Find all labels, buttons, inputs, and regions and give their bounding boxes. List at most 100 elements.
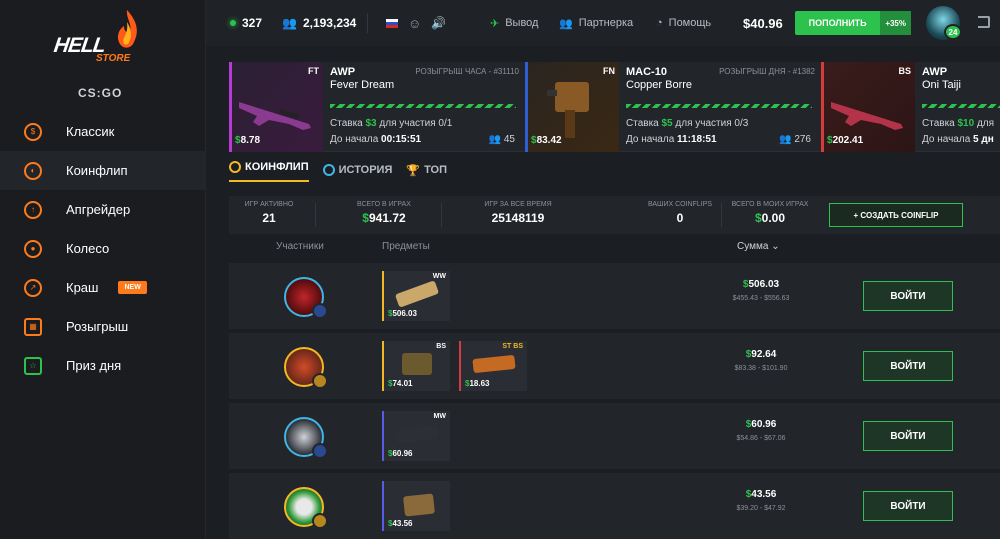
russian-flag-icon[interactable] (386, 18, 398, 28)
amount-range: $83.38 - $101.90 (734, 365, 788, 372)
skin-item[interactable]: ST BS $18.63 (459, 341, 527, 391)
users-count: 👥 2,193,234 (282, 16, 356, 30)
game-tabs: КОИНФЛИП ИСТОРИЯ 🏆 ТОП (229, 158, 447, 182)
wear-label: ST BS (502, 343, 523, 350)
bet-suffix: для (974, 118, 995, 129)
smiley-icon[interactable]: ☺ (408, 16, 421, 31)
column-sum[interactable]: Сумма ⌄ (737, 241, 780, 252)
knife-icon (394, 280, 440, 308)
join-button[interactable]: ВОЙТИ (863, 421, 953, 451)
stat-mine-value: 0.00 (761, 211, 786, 225)
withdraw-icon: ✈ (490, 17, 500, 30)
sidebar-item-coinflip[interactable]: ◐ Коинфлип (0, 151, 205, 190)
timer-prefix: До начала (330, 134, 382, 145)
create-coinflip-button[interactable]: + СОЗДАТЬ COINFLIP (829, 203, 963, 227)
ct-side-icon (312, 443, 328, 459)
online-value: 327 (242, 16, 263, 30)
ak47-icon (472, 354, 516, 374)
bet-amount: $3 (365, 118, 377, 129)
tab-top[interactable]: 🏆 ТОП (406, 158, 447, 182)
player-avatar[interactable] (284, 417, 328, 459)
partner-link[interactable]: 👥 Партнерка (559, 17, 633, 30)
stat-value: $0.00 (754, 211, 786, 225)
stat-label: ИГР АКТИВНО (244, 201, 294, 208)
item-price: $8.78 (235, 135, 261, 146)
coin-icon (229, 161, 241, 173)
wear-label: BS (436, 343, 446, 350)
skin-item[interactable]: MW $60.96 (382, 411, 450, 461)
upgrade-icon: ↑ (24, 200, 42, 219)
skin-item[interactable]: BS $74.01 (382, 341, 450, 391)
topbar: 327 👥 2,193,234 ☺ 🔊 ✈ Вывод 👥 Партнерка ◔ По… (206, 0, 1000, 46)
game-amount: $92.64 $83.38 - $101.90 (701, 349, 821, 372)
bet-suffix: для участия 0/1 (376, 118, 453, 129)
star-icon: ☆ (24, 356, 42, 375)
users-icon: 👥 (282, 16, 297, 30)
stat-yours: ВАШИХ COINFLIPS 0 (644, 201, 716, 225)
partner-icon: 👥 (559, 17, 573, 30)
sidebar-item-upgrader[interactable]: ↑ Апгрейдер (0, 190, 205, 229)
sidebar-item-crash[interactable]: ↗ Краш NEW (0, 268, 205, 307)
join-button[interactable]: ВОЙТИ (863, 281, 953, 311)
player-avatar[interactable] (284, 347, 328, 389)
item-price: $202.41 (827, 135, 864, 146)
brand-logo[interactable]: HELL STORE (50, 8, 150, 68)
column-items: Предметы (382, 241, 430, 252)
gift-icon: ▦ (24, 317, 42, 336)
column-participants: Участники (276, 241, 324, 252)
amount-total: $92.64 (745, 349, 777, 360)
sidebar-item-classic[interactable]: $ Классик (0, 112, 205, 151)
item-price-value: 202.41 (832, 135, 864, 146)
player-avatar[interactable] (284, 487, 328, 529)
timer-prefix: До начала (922, 134, 974, 145)
bet-prefix: Ставка (330, 118, 366, 129)
online-dot-icon (230, 20, 236, 26)
giveaway-progress (626, 104, 812, 108)
item-price: $506.03 (388, 309, 417, 318)
participants-value: 45 (503, 134, 515, 145)
game-label[interactable]: CS:GO (78, 86, 122, 100)
tab-history[interactable]: ИСТОРИЯ (322, 158, 393, 182)
help-link[interactable]: ◔ Помощь (656, 17, 711, 29)
partner-label: Партнерка (578, 17, 634, 29)
sound-icon[interactable]: 🔊 (431, 16, 446, 30)
skin-item[interactable]: $43.56 (382, 481, 450, 531)
item-price: $18.63 (465, 379, 490, 388)
stat-mine: ВСЕГО В МОИХ ИГРАХ $0.00 (727, 201, 813, 225)
item-price-value: 43.56 (392, 519, 413, 528)
giveaway-timer: До начала 5 дн (922, 134, 994, 145)
join-button[interactable]: ВОЙТИ (863, 491, 953, 521)
withdraw-link[interactable]: ✈ Вывод (490, 17, 538, 30)
item-price-value: 8.78 (240, 135, 261, 146)
rarity-bar (821, 62, 824, 152)
sidebar-item-wheel[interactable]: ● Колесо (0, 229, 205, 268)
giveaway-weapon: MAC-10 (626, 66, 667, 78)
game-amount: $506.03 $455.43 - $556.63 (701, 279, 821, 302)
tab-coinflip[interactable]: КОИНФЛИП (229, 158, 309, 182)
giveaway-card[interactable]: BS $202.41 AWP Oni Taiji Ставка $10 для … (821, 62, 1000, 152)
giveaway-timer: До начала 11:18:51 (626, 134, 717, 145)
table-row: BS $74.01 ST BS $18.63 $92.64 $83.38 - $101… (229, 333, 1000, 399)
sidebar-item-giveaway[interactable]: ▦ Розыгрыш (0, 307, 205, 346)
sidebar-item-daily-prize[interactable]: ☆ Приз дня (0, 346, 205, 385)
divider (315, 203, 316, 227)
item-price: $83.42 (531, 135, 562, 146)
sidebar-item-label: Приз дня (66, 358, 122, 373)
smg-icon (395, 424, 439, 444)
divider (721, 203, 722, 227)
deposit-button[interactable]: ПОПОЛНИТЬ +35% (795, 11, 911, 35)
giveaway-card[interactable]: FT $8.78 AWP Fever Dream РОЗЫГРЫШ ЧАСА -… (229, 62, 525, 152)
bet-amount: $10 (957, 118, 975, 129)
giveaway-card[interactable]: FN $83.42 MAC-10 Copper Borre РОЗЫГРЫШ Д… (525, 62, 821, 152)
wear-label: WW (432, 273, 446, 280)
logout-icon[interactable] (978, 16, 990, 28)
stat-total: ВСЕГО В ИГРАХ $941.72 (349, 201, 419, 225)
wheel-icon: ● (24, 239, 42, 258)
skin-item[interactable]: WW $506.03 (382, 271, 450, 321)
join-button[interactable]: ВОЙТИ (863, 351, 953, 381)
new-badge: NEW (118, 281, 147, 294)
tab-label: ИСТОРИЯ (338, 164, 393, 176)
coinflip-icon: ◐ (24, 161, 42, 180)
player-avatar[interactable] (284, 277, 328, 319)
giveaway-item-image: FT $8.78 (229, 62, 323, 152)
